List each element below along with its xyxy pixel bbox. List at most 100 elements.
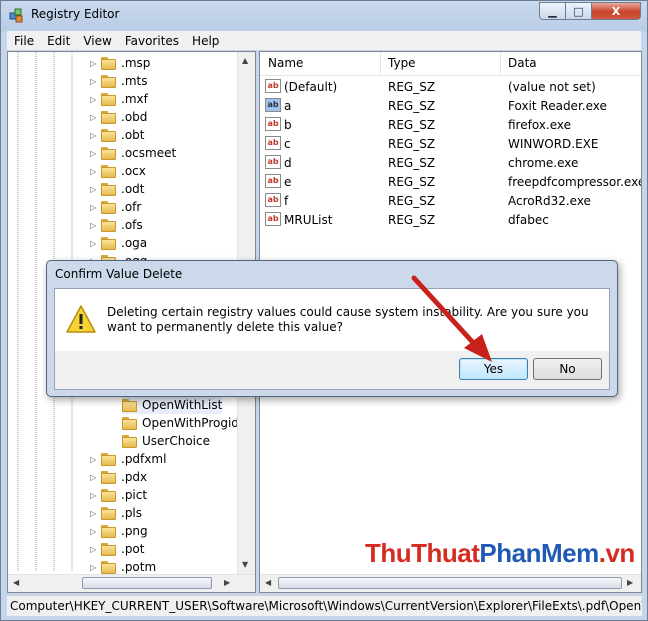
tree-item[interactable]: ▷ .msp [90,54,150,72]
expand-arrow-icon[interactable]: ▷ [90,77,98,86]
tree-item[interactable]: ▷ .ofr [90,198,141,216]
tree-hscroll-thumb[interactable] [82,577,212,589]
scroll-left-icon[interactable]: ◀ [13,578,19,587]
folder-icon [122,416,138,430]
value-type: REG_SZ [388,213,436,227]
scroll-up-icon[interactable]: ▲ [242,56,248,65]
minimize-button[interactable]: ▁ [539,2,566,20]
tree-item[interactable]: UserChoice [122,432,210,450]
maximize-button[interactable]: □ [565,2,592,20]
tree-item-label: .ocx [121,164,146,178]
list-row[interactable]: ab MRUList REG_SZ dfabec [260,210,641,229]
yes-button[interactable]: Yes [459,358,528,380]
close-button[interactable]: X [591,2,641,20]
tree-item[interactable]: ▷ .mxf [90,90,148,108]
value-data: firefox.exe [508,118,572,132]
column-divider[interactable] [380,52,381,75]
dialog-body: Deleting certain registry values could c… [55,289,609,351]
string-value-icon: ab [265,79,281,93]
menu-help[interactable]: Help [185,34,225,48]
minimize-icon: ▁ [548,4,557,18]
value-type: REG_SZ [388,156,436,170]
folder-open-icon [122,398,138,412]
menu-favorites[interactable]: Favorites [118,34,185,48]
expand-arrow-icon[interactable]: ▷ [90,509,98,518]
list-row[interactable]: ab c REG_SZ WINWORD.EXE [260,134,641,153]
list-row[interactable]: ab e REG_SZ freepdfcompressor.exe [260,172,641,191]
column-divider[interactable] [500,52,501,75]
expand-arrow-icon[interactable]: ▷ [90,59,98,68]
tree-item-selected[interactable]: OpenWithList [122,396,223,414]
tree-item[interactable]: ▷ .png [90,522,148,540]
string-value-icon: ab [265,98,281,112]
scroll-down-icon[interactable]: ▼ [242,560,248,569]
string-value-icon: ab [265,136,281,150]
tree-item[interactable]: ▷ .pict [90,486,147,504]
tree-item[interactable]: ▷ .ocx [90,162,146,180]
expand-arrow-icon[interactable]: ▷ [90,203,98,212]
watermark-part3: .vn [598,538,636,568]
folder-icon [101,182,117,196]
tree-horizontal-scrollbar[interactable]: ◀ ▶ [8,574,255,592]
value-type: REG_SZ [388,99,436,113]
folder-icon [101,92,117,106]
tree-item[interactable]: ▷ .ofs [90,216,143,234]
folder-icon [101,488,117,502]
column-data-header[interactable]: Data [508,56,537,70]
tree-item-label: .ocsmeet [121,146,177,160]
scroll-right-icon[interactable]: ▶ [627,578,633,587]
list-row[interactable]: ab f REG_SZ AcroRd32.exe [260,191,641,210]
scroll-left-icon[interactable]: ◀ [265,578,271,587]
expand-arrow-icon[interactable]: ▷ [90,545,98,554]
expand-arrow-icon[interactable]: ▷ [90,131,98,140]
no-button[interactable]: No [533,358,602,380]
value-data: freepdfcompressor.exe [508,175,642,189]
string-value-icon: ab [265,193,281,207]
tree-item[interactable]: ▷ .pdx [90,468,147,486]
tree-item[interactable]: ▷ .pls [90,504,142,522]
expand-arrow-icon[interactable]: ▷ [90,491,98,500]
list-row-selected[interactable]: ab a REG_SZ Foxit Reader.exe [260,96,641,115]
expand-arrow-icon[interactable]: ▷ [90,185,98,194]
value-name: a [284,99,292,113]
tree-item[interactable]: ▷ .pot [90,540,144,558]
tree-item-label: .png [121,524,148,538]
expand-arrow-icon[interactable]: ▷ [90,95,98,104]
list-row[interactable]: ab d REG_SZ chrome.exe [260,153,641,172]
tree-item[interactable]: ▷ .pdfxml [90,450,166,468]
expand-arrow-icon[interactable]: ▷ [90,149,98,158]
folder-icon [101,128,117,142]
menu-file[interactable]: File [7,34,40,48]
expand-arrow-icon[interactable]: ▷ [90,455,98,464]
tree-item[interactable]: ▷ .obd [90,108,147,126]
expand-arrow-icon[interactable]: ▷ [90,113,98,122]
menu-edit[interactable]: Edit [40,34,76,48]
column-name-header[interactable]: Name [268,56,303,70]
list-row[interactable]: ab b REG_SZ firefox.exe [260,115,641,134]
expand-arrow-icon[interactable]: ▷ [90,527,98,536]
list-horizontal-scrollbar[interactable]: ◀ ▶ [260,574,641,592]
tree-item[interactable]: ▷ .odt [90,180,144,198]
list-header: Name Type Data [260,52,641,76]
value-type: REG_SZ [388,118,436,132]
expand-arrow-icon[interactable]: ▷ [90,221,98,230]
tree-item[interactable]: ▷ .obt [90,126,144,144]
list-row[interactable]: ab (Default) REG_SZ (value not set) [260,77,641,96]
expand-arrow-icon[interactable]: ▷ [90,239,98,248]
expand-arrow-icon[interactable]: ▷ [90,473,98,482]
watermark-part2: PhanMem [479,538,599,568]
folder-icon [101,218,117,232]
tree-item[interactable]: ▷ .ocsmeet [90,144,176,162]
list-hscroll-thumb[interactable] [278,577,622,589]
expand-arrow-icon[interactable]: ▷ [90,167,98,176]
column-type-header[interactable]: Type [388,56,416,70]
tree-item[interactable]: OpenWithProgids [122,414,245,432]
tree-item[interactable]: ▷ .mts [90,72,147,90]
scroll-right-icon[interactable]: ▶ [224,578,230,587]
tree-item[interactable]: ▷ .oga [90,234,147,252]
tree-item-label: .obd [121,110,148,124]
folder-icon [101,236,117,250]
expand-arrow-icon[interactable]: ▷ [90,563,98,572]
menu-view[interactable]: View [76,34,117,48]
tree-item-label: OpenWithProgids [142,416,246,430]
